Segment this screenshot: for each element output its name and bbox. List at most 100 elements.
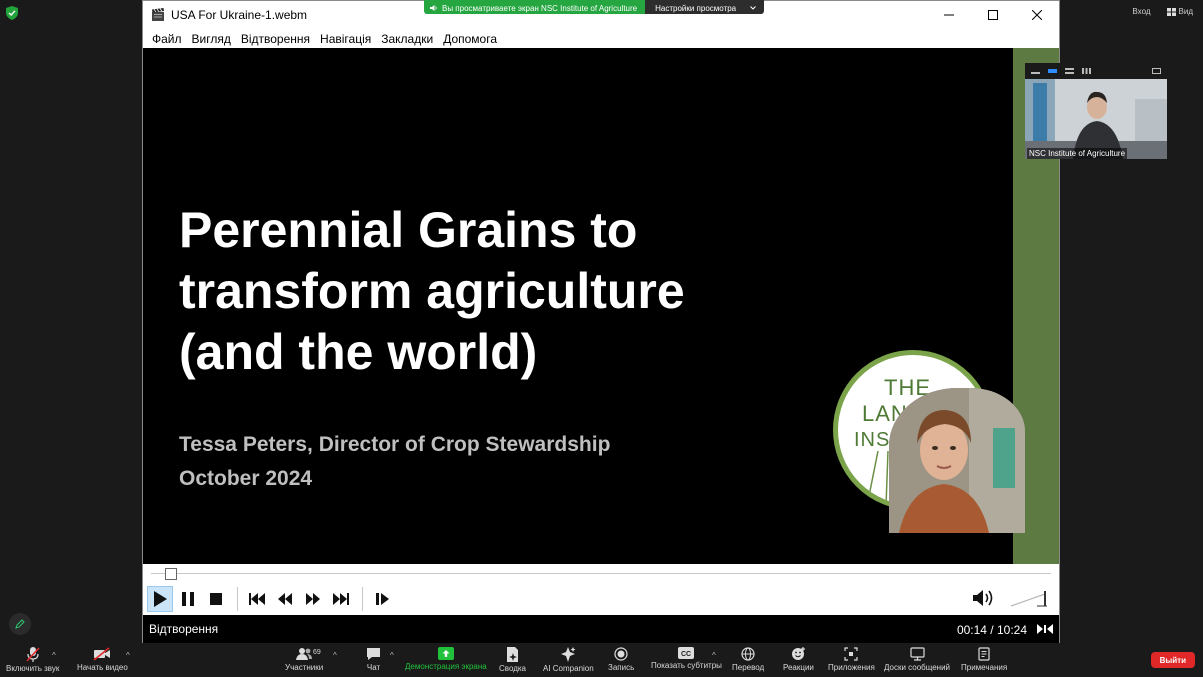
mute-button[interactable] bbox=[971, 585, 997, 611]
minimize-button[interactable] bbox=[927, 1, 971, 29]
slide-presenter: Tessa Peters, Director of Crop Stewardsh… bbox=[179, 433, 611, 456]
summary-label: Сводка bbox=[499, 664, 527, 673]
chat-label: Чат bbox=[366, 663, 381, 672]
strip-view-icon[interactable] bbox=[1065, 68, 1074, 74]
fast-forward-button[interactable] bbox=[300, 586, 326, 612]
reactions-label: Реакции bbox=[783, 663, 814, 672]
record-button[interactable]: Запись bbox=[608, 647, 634, 672]
playback-time[interactable]: 00:14 / 10:24 bbox=[957, 623, 1027, 637]
apps-button[interactable]: Приложения bbox=[828, 647, 875, 672]
frame-step-button[interactable] bbox=[369, 586, 395, 612]
translate-button[interactable]: Перевод bbox=[732, 647, 764, 672]
menu-file[interactable]: Файл bbox=[147, 32, 187, 46]
start-video-label: Начать видео bbox=[77, 663, 128, 672]
unmute-label: Включить звук bbox=[6, 664, 60, 673]
participant-video-thumbnail[interactable] bbox=[1025, 79, 1167, 159]
pause-button[interactable] bbox=[175, 586, 201, 612]
view-options-label: Настройки просмотра bbox=[655, 3, 737, 13]
ai-sparkle-icon bbox=[561, 647, 576, 662]
captions-label: Показать субтитры bbox=[651, 661, 722, 670]
playback-speed-icon[interactable] bbox=[1037, 623, 1053, 635]
zoom-meeting-window: Вход Вид Вы просматриваете экран NSC Ins… bbox=[0, 0, 1203, 677]
screen-share-banner: Вы просматриваете экран NSC Institute of… bbox=[424, 0, 765, 14]
view-options-button[interactable]: Настройки просмотра bbox=[645, 0, 765, 14]
participants-options-caret[interactable]: ^ bbox=[333, 651, 337, 660]
notes-icon bbox=[978, 647, 990, 661]
presenter-figure bbox=[889, 388, 1025, 533]
close-button[interactable] bbox=[1015, 1, 1059, 29]
signin-button[interactable]: Вход bbox=[1132, 7, 1150, 16]
menu-navigation[interactable]: Навігація bbox=[315, 32, 376, 46]
window-controls bbox=[927, 1, 1059, 29]
vlc-menubar: Файл Вигляд Відтворення Навігація Заклад… bbox=[143, 29, 1059, 48]
previous-button[interactable] bbox=[244, 586, 270, 612]
security-shield-icon[interactable] bbox=[6, 6, 18, 20]
annotate-button[interactable] bbox=[9, 613, 31, 635]
summary-button[interactable]: Сводка bbox=[499, 647, 526, 673]
slide-title-line: transform agriculture bbox=[179, 263, 685, 319]
translate-label: Перевод bbox=[732, 663, 765, 672]
leave-meeting-button[interactable]: Выйти bbox=[1150, 652, 1195, 668]
globe-icon bbox=[741, 647, 755, 661]
video-area[interactable]: Perennial Grains to transform agricultur… bbox=[143, 48, 1059, 564]
vlc-clapper-icon bbox=[152, 8, 164, 21]
play-button[interactable] bbox=[147, 585, 173, 612]
view-label: Вид bbox=[1178, 7, 1193, 16]
participant-name: NSC Institute of Agriculture bbox=[1027, 148, 1128, 159]
minimize-thumbnail-icon[interactable] bbox=[1031, 68, 1040, 74]
gallery-view-icon[interactable] bbox=[1082, 68, 1091, 74]
playback-controls bbox=[143, 582, 1059, 615]
smiley-plus-icon bbox=[791, 647, 805, 660]
captions-icon-text: CC bbox=[681, 651, 691, 658]
view-button[interactable]: Вид bbox=[1166, 7, 1193, 16]
chat-button[interactable]: Чат bbox=[366, 647, 381, 672]
grid-view-icon bbox=[1166, 7, 1176, 16]
top-right-controls: Вход Вид bbox=[1132, 7, 1193, 16]
slide-title-line: Perennial Grains to bbox=[179, 202, 638, 258]
captions-options-caret[interactable]: ^ bbox=[712, 651, 716, 660]
whiteboards-label: Доски сообщений bbox=[884, 663, 951, 672]
seek-handle[interactable] bbox=[164, 568, 177, 580]
video-off-icon bbox=[93, 647, 111, 661]
participants-label: Участники bbox=[285, 663, 324, 672]
maximize-button[interactable] bbox=[971, 1, 1015, 29]
playback-status: Відтворення bbox=[149, 622, 219, 636]
share-screen-button[interactable]: Демонстрация экрана bbox=[405, 647, 487, 671]
volume-slider[interactable] bbox=[1009, 588, 1053, 608]
menu-playback[interactable]: Відтворення bbox=[236, 32, 315, 46]
slide-subtitle: Tessa Peters, Director of Crop Stewardsh… bbox=[179, 428, 610, 496]
notes-button[interactable]: Примечания bbox=[961, 647, 1007, 672]
expand-thumbnail-icon[interactable] bbox=[1152, 68, 1161, 74]
rewind-button[interactable] bbox=[272, 586, 298, 612]
notes-label: Примечания bbox=[961, 663, 1008, 672]
vlc-statusbar: Відтворення 00:14 / 10:24 bbox=[143, 615, 1059, 643]
start-video-button[interactable]: Начать видео bbox=[77, 647, 128, 672]
share-status-text: Вы просматриваете экран NSC Institute of… bbox=[442, 3, 638, 13]
participants-icon bbox=[296, 648, 313, 660]
menu-view[interactable]: Вигляд bbox=[187, 32, 236, 46]
leave-label: Выйти bbox=[1159, 655, 1186, 665]
chat-options-caret[interactable]: ^ bbox=[390, 651, 394, 660]
menu-bookmarks[interactable]: Закладки bbox=[376, 32, 438, 46]
signin-label: Вход bbox=[1132, 7, 1151, 16]
apps-icon bbox=[844, 647, 859, 661]
speaker-view-icon[interactable] bbox=[1048, 69, 1057, 73]
participants-count: 69 bbox=[313, 649, 321, 656]
share-status: Вы просматриваете экран NSC Institute of… bbox=[424, 0, 646, 14]
next-button[interactable] bbox=[328, 586, 354, 612]
stop-icon bbox=[210, 592, 222, 605]
whiteboard-icon bbox=[909, 647, 925, 661]
reactions-button[interactable]: Реакции bbox=[783, 647, 814, 672]
seek-bar[interactable] bbox=[143, 564, 1059, 582]
speaker-icon bbox=[430, 5, 437, 11]
ai-companion-button[interactable]: AI Companion bbox=[543, 647, 594, 673]
video-options-caret[interactable]: ^ bbox=[126, 651, 130, 660]
maximize-icon bbox=[988, 10, 998, 20]
minimize-icon bbox=[944, 14, 954, 16]
slide-title: Perennial Grains to transform agricultur… bbox=[179, 200, 819, 383]
menu-help[interactable]: Допомога bbox=[438, 32, 502, 46]
fast-forward-icon bbox=[306, 592, 320, 605]
stop-button[interactable] bbox=[203, 586, 229, 612]
whiteboards-button[interactable]: Доски сообщений bbox=[884, 647, 950, 672]
audio-options-caret[interactable]: ^ bbox=[52, 651, 56, 660]
